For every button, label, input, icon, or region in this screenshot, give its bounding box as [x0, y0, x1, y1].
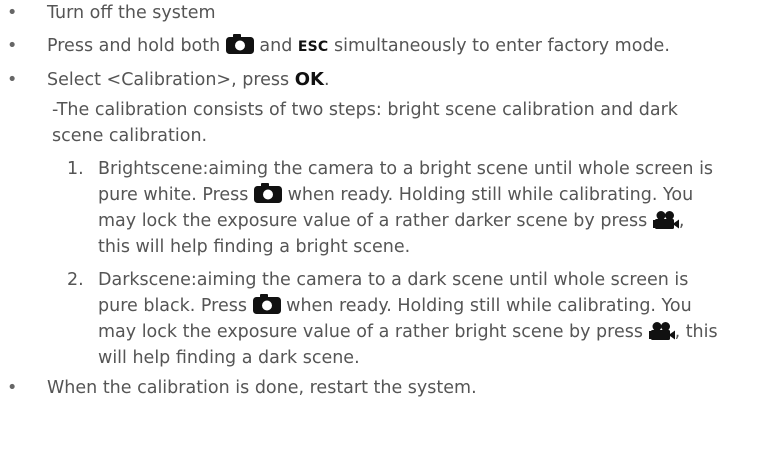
- bullet-text: Turn off the system: [47, 3, 216, 23]
- step-text: Brightscene:aiming the camera to a brigh…: [98, 159, 714, 179]
- esc-key-label: ESC: [297, 39, 329, 55]
- step-number: 2.: [67, 270, 84, 290]
- camera-icon: [254, 183, 282, 203]
- bullet-marker: •: [7, 3, 18, 23]
- step-text: Darkscene:aiming the camera to a dark sc…: [98, 270, 689, 290]
- ok-key-label: OK: [294, 69, 324, 90]
- calibration-note: scene calibration.: [52, 126, 208, 146]
- bullet-marker: •: [7, 70, 18, 90]
- bullet-text: When the calibration is done, restart th…: [47, 378, 477, 398]
- bullet-text: Select <Calibration>, press OK.: [47, 69, 330, 90]
- camera-icon: [252, 294, 281, 314]
- video-camera-icon: [648, 322, 675, 340]
- bullet-marker: •: [7, 378, 18, 398]
- bullet-marker: •: [7, 36, 18, 56]
- calibration-note: -The calibration consists of two steps: …: [52, 100, 678, 120]
- step-number: 1.: [67, 159, 84, 179]
- bullet-text: Press and hold both and ESC simultaneous…: [47, 34, 670, 56]
- manual-page: • Turn off the system • Press and hold b…: [0, 0, 781, 470]
- camera-icon: [225, 34, 254, 54]
- video-camera-icon: [652, 211, 679, 229]
